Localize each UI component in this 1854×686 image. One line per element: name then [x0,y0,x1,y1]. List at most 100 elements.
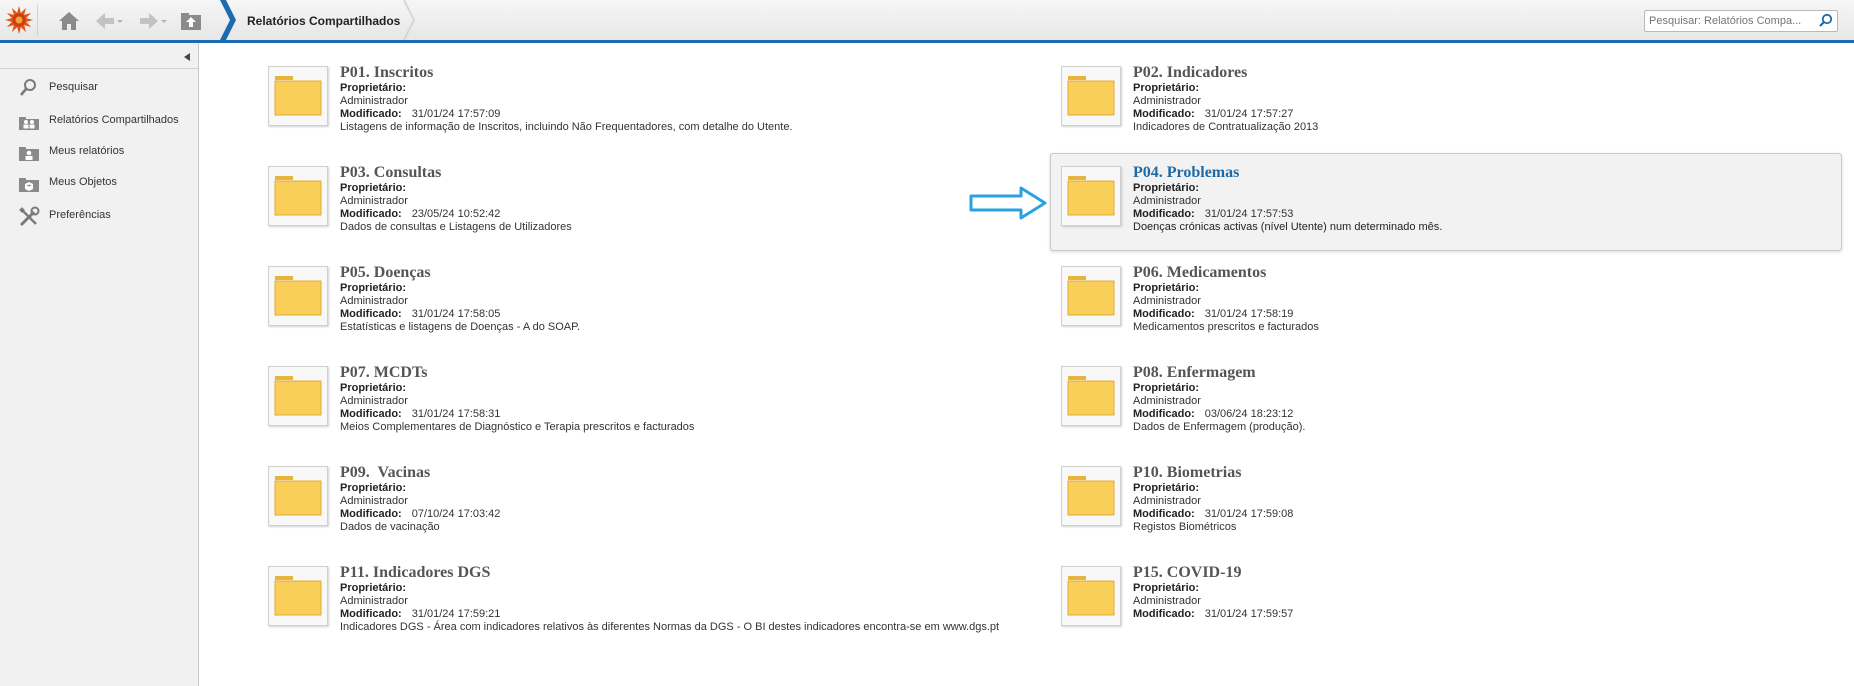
modified-row: Modificado: 31/01/24 17:59:57 [1133,608,1293,620]
owner-label: Proprietário: [1133,482,1200,494]
modified-label: Modificado: [340,208,402,220]
magnifier-icon [20,79,36,96]
folder-title[interactable]: P11. Indicadores DGS [340,564,490,582]
folder-title[interactable]: P03. Consultas [340,164,441,182]
owner-value: Administrador [1133,195,1201,207]
folder-title[interactable]: P07. MCDTs [340,364,427,382]
folder-icon[interactable] [268,166,328,226]
folder-card[interactable]: P03. Consultas Proprietário: Administrad… [257,153,1049,251]
folder-description: Registos Biométricos [1133,521,1237,533]
sidebar-item-label: Relatórios Compartilhados [49,114,179,126]
owner-value: Administrador [1133,95,1201,107]
folder-icon[interactable] [268,66,328,126]
sidebar-item-my-objects[interactable]: Meus Objetos [18,172,188,194]
folder-card[interactable]: P15. COVID-19 Proprietário: Administrado… [1050,553,1842,651]
folder-title[interactable]: P09. Vacinas [340,464,430,482]
sidebar-item-label: Preferências [49,209,111,221]
folder-description: Dados de consultas e Listagens de Utiliz… [340,221,572,233]
folder-description: Meios Complementares de Diagnóstico e Te… [340,421,695,433]
sidebar-item-my-reports[interactable]: Meus relatórios [18,141,188,163]
folder-title[interactable]: P01. Inscritos [340,64,433,82]
modified-label: Modificado: [1133,308,1195,320]
folder-icon[interactable] [268,366,328,426]
modified-label: Modificado: [1133,408,1195,420]
folder-card-selected[interactable]: P04. Problemas Proprietário: Administrad… [1050,153,1842,251]
modified-row: Modificado: 03/06/24 18:23:12 [1133,408,1293,420]
folder-card[interactable]: P07. MCDTs Proprietário: Administrador M… [257,353,1049,451]
folder-title[interactable]: P06. Medicamentos [1133,264,1266,282]
owner-label: Proprietário: [340,482,407,494]
modified-value: 31/01/24 17:58:31 [411,408,501,420]
breadcrumb[interactable]: Relatórios Compartilhados [247,14,400,28]
search-box[interactable] [1644,10,1838,32]
owner-label: Proprietário: [340,382,407,394]
folder-icon[interactable] [1061,566,1121,626]
folder-icon[interactable] [268,466,328,526]
folder-icon[interactable] [1061,166,1121,226]
sidebar-item-preferences[interactable]: Preferências [18,205,188,227]
folder-card[interactable]: P10. Biometrias Proprietário: Administra… [1050,453,1842,551]
folder-title[interactable]: P02. Indicadores [1133,64,1247,82]
owner-value: Administrador [340,595,408,607]
search-input[interactable] [1649,13,1809,28]
folder-card[interactable]: P11. Indicadores DGS Proprietário: Admin… [257,553,1049,651]
owner-value: Administrador [1133,495,1201,507]
modified-row: Modificado: 31/01/24 17:57:53 [1133,208,1293,220]
folder-title[interactable]: P05. Doenças [340,264,431,282]
owner-label: Proprietário: [340,582,407,594]
forward-icon[interactable] [138,10,168,32]
up-folder-icon[interactable] [180,10,202,32]
modified-value: 23/05/24 10:52:42 [411,208,501,220]
collapse-sidebar-icon[interactable] [182,52,192,62]
modified-label: Modificado: [340,308,402,320]
modified-row: Modificado: 31/01/24 17:57:09 [340,108,500,120]
sidebar-item-label: Pesquisar [49,81,98,93]
back-icon[interactable] [94,10,124,32]
folder-icon[interactable] [1061,66,1121,126]
modified-value: 31/01/24 17:57:27 [1204,108,1294,120]
folder-title[interactable]: P04. Problemas [1133,164,1239,182]
folder-card[interactable]: P08. Enfermagem Proprietário: Administra… [1050,353,1842,451]
modified-row: Modificado: 31/01/24 17:58:05 [340,308,500,320]
folder-icon[interactable] [1061,466,1121,526]
folder-description: Estatísticas e listagens de Doenças - A … [340,321,581,333]
search-icon[interactable] [1818,13,1833,28]
folder-card[interactable]: P02. Indicadores Proprietário: Administr… [1050,53,1842,151]
owner-value: Administrador [1133,295,1201,307]
breadcrumb-end [402,0,418,41]
folder-title[interactable]: P15. COVID-19 [1133,564,1241,582]
folder-card[interactable]: P01. Inscritos Proprietário: Administrad… [257,53,1049,151]
folder-description: Doenças crónicas activas (nível Utente) … [1133,221,1443,233]
breadcrumb-separator [220,0,238,40]
sidebar-item-label: Meus Objetos [49,176,117,188]
folder-title[interactable]: P10. Biometrias [1133,464,1241,482]
logo-icon[interactable] [4,5,38,36]
folder-description: Listagens de informação de Inscritos, in… [340,121,793,133]
shared-users-icon [19,117,39,130]
folder-description: Indicadores de Contratualização 2013 [1133,121,1319,133]
modified-label: Modificado: [1133,608,1195,620]
folder-icon[interactable] [268,266,328,326]
folder-icon[interactable] [268,566,328,626]
box-folder-icon [19,178,39,192]
folder-title[interactable]: P08. Enfermagem [1133,364,1256,382]
folder-description: Indicadores DGS - Área com indicadores r… [340,621,1000,633]
sidebar-item-search[interactable]: Pesquisar [18,77,188,99]
owner-label: Proprietário: [1133,82,1200,94]
folder-card[interactable]: P06. Medicamentos Proprietário: Administ… [1050,253,1842,351]
modified-label: Modificado: [1133,208,1195,220]
modified-row: Modificado: 31/01/24 17:57:27 [1133,108,1293,120]
owner-value: Administrador [1133,595,1201,607]
sidebar: Pesquisar Relatórios Compartilhados Meus… [0,43,199,686]
modified-value: 31/01/24 17:58:19 [1204,308,1294,320]
sidebar-item-shared-reports[interactable]: Relatórios Compartilhados [18,110,188,132]
home-icon[interactable] [58,10,80,32]
owner-label: Proprietário: [1133,582,1200,594]
folder-card[interactable]: P05. Doenças Proprietário: Administrador… [257,253,1049,351]
owner-value: Administrador [340,295,408,307]
modified-value: 31/01/24 17:57:53 [1204,208,1294,220]
folder-icon[interactable] [1061,366,1121,426]
folder-icon[interactable] [1061,266,1121,326]
top-toolbar: Relatórios Compartilhados [0,0,1854,43]
folder-card[interactable]: P09. Vacinas Proprietário: Administrador… [257,453,1049,551]
